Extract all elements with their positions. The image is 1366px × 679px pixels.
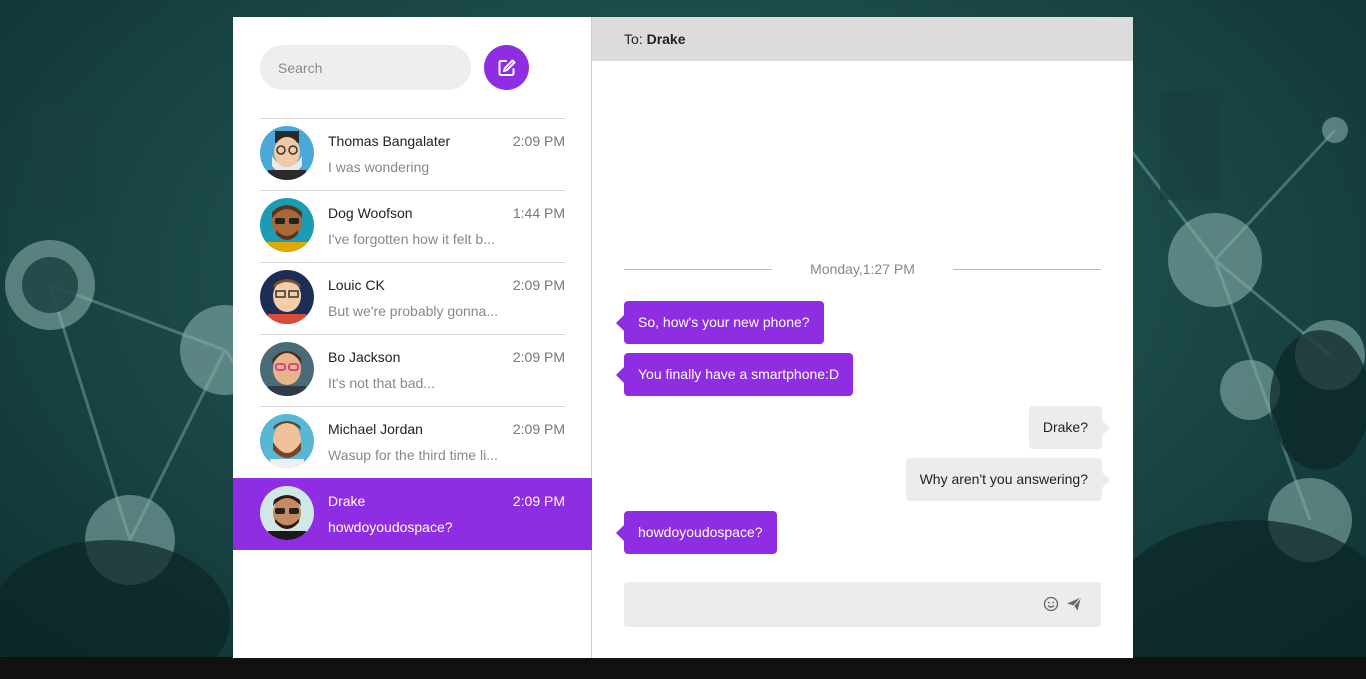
conversation-item[interactable]: Louic CK 2:09 PM But we're probably gonn… xyxy=(233,262,592,334)
avatar xyxy=(260,270,314,324)
message-input[interactable] xyxy=(624,582,1024,627)
search-input[interactable] xyxy=(260,45,471,90)
avatar xyxy=(260,198,314,252)
conversation-preview: Wasup for the third time li... xyxy=(328,447,498,463)
message-bubble-received: So, how's your new phone? xyxy=(616,301,824,344)
chat-header: To: Drake xyxy=(592,17,1133,61)
chat-panel: To: Drake Monday,1:27 PM So, how's your … xyxy=(592,17,1133,658)
message-bubble-sent: Drake? xyxy=(1028,406,1111,449)
compose-button[interactable] xyxy=(484,45,529,90)
conversation-time: 1:44 PM xyxy=(512,205,565,221)
conversation-name: Dog Woofson xyxy=(328,205,413,221)
smiley-icon[interactable] xyxy=(1043,596,1059,617)
date-divider-label: Monday,1:27 PM xyxy=(810,261,915,277)
pencil-square-icon xyxy=(498,59,515,76)
avatar xyxy=(260,126,314,180)
conversation-preview: I've forgotten how it felt b... xyxy=(328,231,495,247)
conversation-time: 2:09 PM xyxy=(512,277,565,293)
conversation-item-active[interactable]: Drake 2:09 PM howdoyoudospace? xyxy=(233,478,592,550)
conversation-time: 2:09 PM xyxy=(512,493,565,509)
message-bubble-received: howdoyoudospace? xyxy=(616,511,777,554)
conversation-time: 2:09 PM xyxy=(512,133,565,149)
conversation-item[interactable]: Bo Jackson 2:09 PM It's not that bad... xyxy=(233,334,592,406)
avatar xyxy=(260,486,314,540)
paper-plane-icon[interactable] xyxy=(1066,596,1082,617)
date-divider: Monday,1:27 PM xyxy=(624,261,1101,277)
conversation-preview: I was wondering xyxy=(328,159,430,175)
avatar xyxy=(260,342,314,396)
message-bubble-received: You finally have a smartphone:D xyxy=(615,353,854,396)
conversation-item[interactable]: Thomas Bangalater 2:09 PM I was wonderin… xyxy=(233,118,592,190)
conversation-item[interactable]: Dog Woofson 1:44 PM I've forgotten how i… xyxy=(233,190,592,262)
conversation-name: Michael Jordan xyxy=(328,421,423,437)
conversation-preview: But we're probably gonna... xyxy=(328,303,499,319)
conversation-preview: howdoyoudospace? xyxy=(328,519,453,535)
chat-window: Thomas Bangalater 2:09 PM I was wonderin… xyxy=(233,17,1133,658)
search-row xyxy=(260,45,529,90)
conversation-sidebar: Thomas Bangalater 2:09 PM I was wonderin… xyxy=(233,17,592,658)
conversation-name: Bo Jackson xyxy=(328,349,401,365)
message-bubble-sent: Why aren't you answering? xyxy=(905,458,1111,501)
to-label: To: xyxy=(624,31,643,47)
conversation-list: Thomas Bangalater 2:09 PM I was wonderin… xyxy=(233,118,592,550)
avatar xyxy=(260,414,314,468)
conversation-item[interactable]: Michael Jordan 2:09 PM Wasup for the thi… xyxy=(233,406,592,478)
conversation-name: Louic CK xyxy=(328,277,385,293)
conversation-preview: It's not that bad... xyxy=(328,375,435,391)
message-composer xyxy=(624,582,1101,627)
conversation-time: 2:09 PM xyxy=(512,349,565,365)
conversation-name: Drake xyxy=(328,493,366,509)
conversation-name: Thomas Bangalater xyxy=(328,133,451,149)
conversation-time: 2:09 PM xyxy=(512,421,565,437)
recipient-name: Drake xyxy=(646,31,686,47)
